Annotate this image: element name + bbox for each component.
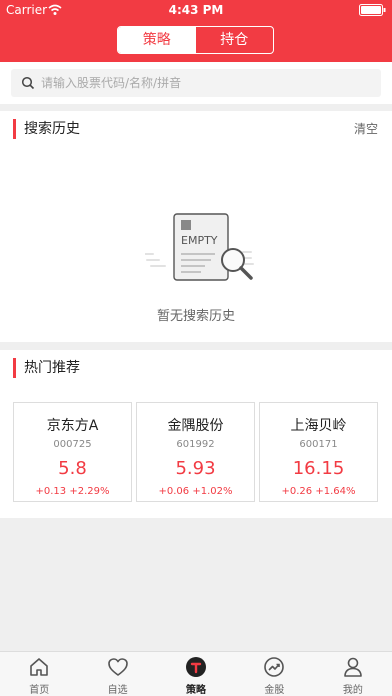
section-accent-bar xyxy=(13,358,16,378)
empty-badge: EMPTY xyxy=(181,234,218,247)
search-history-section: 搜索历史 清空 EMPTY 暂无搜索历史 xyxy=(0,111,392,342)
hot-recommend-header: 热门推荐 xyxy=(0,350,392,386)
user-icon xyxy=(344,657,362,677)
stock-card[interactable]: 京东方A 000725 5.8 +0.13 +2.29% xyxy=(13,402,132,502)
stock-card[interactable]: 上海贝岭 600171 16.15 +0.26 +1.64% xyxy=(259,402,378,502)
stock-change: +0.26 +1.64% xyxy=(281,486,356,497)
stock-change: +0.06 +1.02% xyxy=(158,486,233,497)
hot-recommend-title: 热门推荐 xyxy=(24,360,80,376)
stock-name: 金隅股份 xyxy=(167,418,224,434)
stock-code: 000725 xyxy=(53,439,92,450)
status-bar: Carrier 4:43 PM xyxy=(0,0,392,20)
stock-name: 上海贝岭 xyxy=(290,418,347,434)
hot-recommend-section: 热门推荐 京东方A 000725 5.8 +0.13 +2.29% 金隅股份 6… xyxy=(0,350,392,518)
home-icon xyxy=(30,658,49,676)
app-header: Carrier 4:43 PM 策略 持仓 xyxy=(0,0,392,62)
section-accent-bar xyxy=(13,119,16,139)
clear-history-button[interactable]: 清空 xyxy=(354,121,378,137)
tab-golden-stocks[interactable]: 金股 xyxy=(235,652,313,696)
stock-cards: 京东方A 000725 5.8 +0.13 +2.29% 金隅股份 601992… xyxy=(13,402,379,502)
stock-card[interactable]: 金隅股份 601992 5.93 +0.06 +1.02% xyxy=(136,402,255,502)
tab-label: 首页 xyxy=(29,685,50,696)
tab-strategy[interactable]: 策略 xyxy=(118,27,196,53)
strategy-icon xyxy=(186,657,207,677)
stock-code: 600171 xyxy=(299,439,338,450)
stock-price: 16.15 xyxy=(292,458,345,479)
tab-label: 金股 xyxy=(264,685,285,696)
tab-label: 策略 xyxy=(186,685,207,696)
clock: 4:43 PM xyxy=(168,3,224,17)
search-history-header: 搜索历史 清空 xyxy=(0,111,392,147)
stock-name: 京东方A xyxy=(46,418,99,434)
tab-strategy-nav[interactable]: 策略 xyxy=(157,652,235,696)
tab-watchlist[interactable]: 自选 xyxy=(78,652,156,696)
battery-icon xyxy=(359,4,386,16)
stock-price: 5.8 xyxy=(58,458,87,479)
search-input[interactable] xyxy=(41,69,371,97)
stock-price: 5.93 xyxy=(175,458,216,479)
tab-bar: 首页 自选 策略 金股 我的 xyxy=(0,651,392,696)
search-history-title: 搜索历史 xyxy=(24,121,80,137)
tab-holdings[interactable]: 持仓 xyxy=(196,27,274,53)
tab-home[interactable]: 首页 xyxy=(0,652,78,696)
segmented-control: 策略 持仓 xyxy=(117,26,274,54)
search-bar xyxy=(0,62,392,104)
tab-label: 自选 xyxy=(107,685,128,696)
stock-code: 601992 xyxy=(176,439,215,450)
empty-document-icon: EMPTY xyxy=(145,213,254,281)
tab-label: 我的 xyxy=(342,685,363,696)
tab-profile[interactable]: 我的 xyxy=(314,652,392,696)
trend-icon xyxy=(264,657,285,677)
search-box[interactable] xyxy=(11,69,381,97)
empty-history-text: 暂无搜索历史 xyxy=(156,309,235,324)
stock-change: +0.13 +2.29% xyxy=(35,486,110,497)
search-icon xyxy=(21,76,35,90)
heart-icon xyxy=(107,658,128,676)
